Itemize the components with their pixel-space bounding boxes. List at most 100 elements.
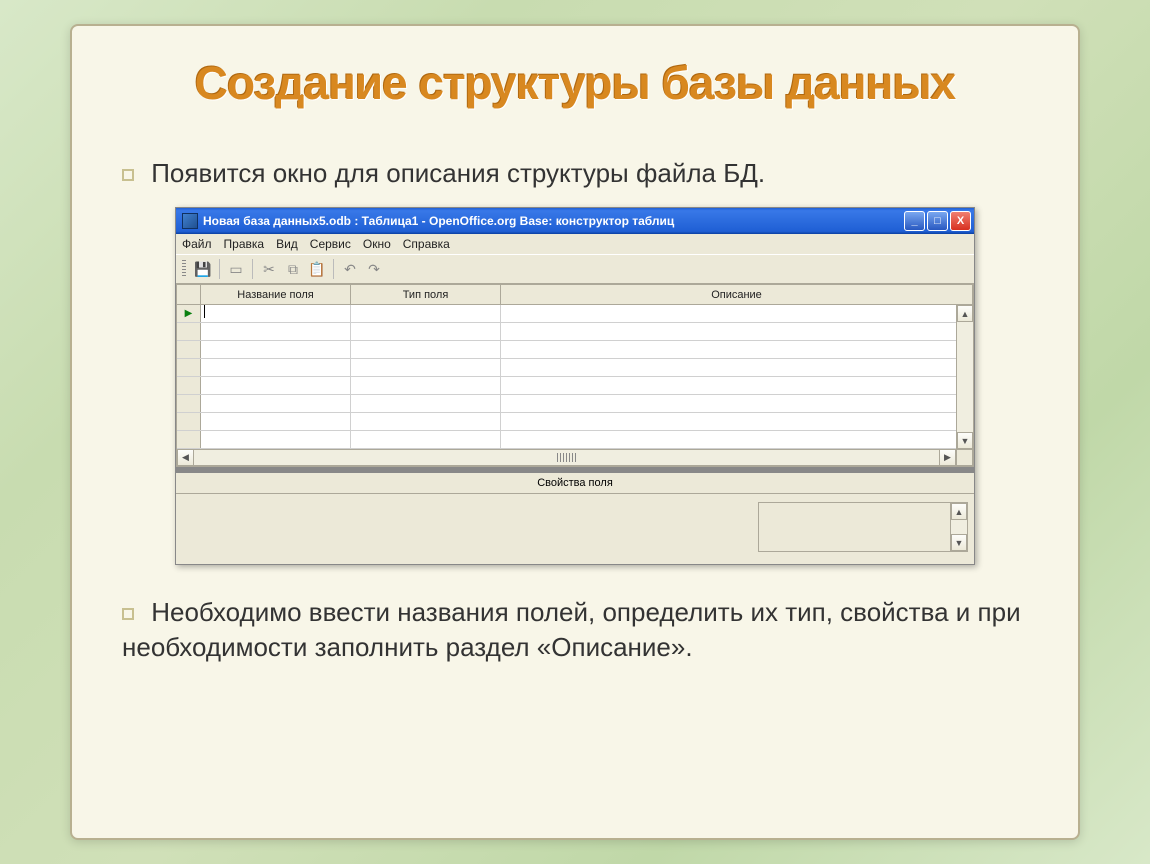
table-header-row: Название поля Тип поля Описание [177, 285, 973, 305]
menubar: Файл Правка Вид Сервис Окно Справка [176, 234, 974, 254]
save-icon[interactable]: 💾 [193, 259, 213, 279]
table-design-area: Название поля Тип поля Описание ▶ [176, 284, 974, 467]
row-selector[interactable] [177, 413, 201, 430]
titlebar-text: Новая база данных5.odb : Таблица1 - Open… [203, 214, 904, 228]
column-header-name[interactable]: Название поля [201, 285, 351, 304]
menu-tools[interactable]: Сервис [310, 237, 351, 251]
bullet-icon [122, 608, 134, 620]
scrollbar-corner [956, 449, 973, 466]
cell-name[interactable] [201, 413, 351, 430]
table-body[interactable]: ▶ ▲ ▼ [177, 305, 973, 449]
cell-desc[interactable] [501, 359, 973, 376]
menu-view[interactable]: Вид [276, 237, 298, 251]
table-row[interactable] [177, 341, 973, 359]
cell-name[interactable] [201, 305, 351, 322]
table-row[interactable] [177, 323, 973, 341]
cell-name[interactable] [201, 323, 351, 340]
cell-type[interactable] [351, 305, 501, 322]
row-selector[interactable] [177, 359, 201, 376]
cell-type[interactable] [351, 323, 501, 340]
menu-file[interactable]: Файл [182, 237, 212, 251]
row-selector-header[interactable] [177, 285, 201, 304]
slide-frame: Создание структуры базы данных Появится … [70, 24, 1080, 840]
table-row[interactable] [177, 413, 973, 431]
paste-icon[interactable]: 📋 [307, 259, 327, 279]
titlebar[interactable]: Новая база данных5.odb : Таблица1 - Open… [176, 208, 974, 234]
cell-type[interactable] [351, 341, 501, 358]
cell-type[interactable] [351, 395, 501, 412]
separator-icon [219, 259, 220, 279]
scroll-left-icon[interactable]: ◀ [177, 449, 194, 466]
table-row[interactable]: ▶ [177, 305, 973, 323]
bullet-icon [122, 169, 134, 181]
row-selector[interactable] [177, 377, 201, 394]
intro-paragraph: Появится окно для описания структуры фай… [122, 158, 1028, 189]
scroll-down-icon[interactable]: ▼ [951, 534, 967, 551]
table-row[interactable] [177, 359, 973, 377]
menu-window[interactable]: Окно [363, 237, 391, 251]
separator-icon [252, 259, 253, 279]
row-selector[interactable] [177, 323, 201, 340]
cell-type[interactable] [351, 413, 501, 430]
row-selector[interactable] [177, 431, 201, 448]
row-selector[interactable] [177, 395, 201, 412]
field-properties-pane: Свойства поля ▲ ▼ [176, 473, 974, 564]
scroll-track[interactable] [194, 449, 939, 466]
column-header-desc[interactable]: Описание [501, 285, 973, 304]
scroll-up-icon[interactable]: ▲ [951, 503, 967, 520]
cut-icon[interactable]: ✂ [259, 259, 279, 279]
cell-desc[interactable] [501, 323, 973, 340]
cell-desc[interactable] [501, 377, 973, 394]
app-window: Новая база данных5.odb : Таблица1 - Open… [175, 207, 975, 565]
properties-help-box: ▲ ▼ [758, 502, 968, 552]
window-controls: _ □ X [904, 211, 971, 231]
column-header-type[interactable]: Тип поля [351, 285, 501, 304]
cell-desc[interactable] [501, 413, 973, 430]
table-row[interactable] [177, 377, 973, 395]
table-row[interactable] [177, 395, 973, 413]
close-button[interactable]: X [950, 211, 971, 231]
redo-icon[interactable]: ↷ [364, 259, 384, 279]
cell-name[interactable] [201, 377, 351, 394]
minimize-button[interactable]: _ [904, 211, 925, 231]
menu-help[interactable]: Справка [403, 237, 450, 251]
properties-body: ▲ ▼ [176, 494, 974, 564]
slide-title: Создание структуры базы данных [72, 56, 1078, 110]
row-selector[interactable] [177, 341, 201, 358]
scroll-grip-icon[interactable] [557, 453, 577, 462]
vertical-scrollbar[interactable]: ▲ ▼ [950, 503, 967, 551]
cell-desc[interactable] [501, 305, 973, 322]
cell-name[interactable] [201, 395, 351, 412]
menu-edit[interactable]: Правка [224, 237, 265, 251]
cell-type[interactable] [351, 359, 501, 376]
separator-icon [333, 259, 334, 279]
undo-icon[interactable]: ↶ [340, 259, 360, 279]
horizontal-scrollbar[interactable]: ◀ ▶ [177, 449, 973, 466]
scroll-down-icon[interactable]: ▼ [957, 432, 973, 449]
vertical-scrollbar[interactable]: ▲ ▼ [956, 305, 973, 449]
cell-name[interactable] [201, 431, 351, 448]
cell-desc[interactable] [501, 395, 973, 412]
cell-type[interactable] [351, 377, 501, 394]
table-row[interactable] [177, 431, 973, 449]
scroll-up-icon[interactable]: ▲ [957, 305, 973, 322]
cell-name[interactable] [201, 359, 351, 376]
outro-paragraph: Необходимо ввести названия полей, опреде… [122, 595, 1028, 665]
cell-type[interactable] [351, 431, 501, 448]
cell-name[interactable] [201, 341, 351, 358]
scroll-track[interactable] [951, 520, 967, 534]
scroll-track[interactable] [957, 322, 973, 432]
cell-desc[interactable] [501, 431, 973, 448]
cell-desc[interactable] [501, 341, 973, 358]
app-icon [182, 213, 198, 229]
properties-title: Свойства поля [176, 473, 974, 494]
scroll-right-icon[interactable]: ▶ [939, 449, 956, 466]
maximize-button[interactable]: □ [927, 211, 948, 231]
intro-text: Появится окно для описания структуры фай… [151, 158, 765, 188]
row-selector[interactable]: ▶ [177, 305, 201, 322]
edit-icon[interactable]: ▭ [226, 259, 246, 279]
outro-text: Необходимо ввести названия полей, опреде… [122, 597, 1021, 662]
toolbar-grip-icon[interactable] [182, 260, 186, 278]
copy-icon[interactable]: ⧉ [283, 259, 303, 279]
text-cursor-icon [204, 305, 205, 318]
